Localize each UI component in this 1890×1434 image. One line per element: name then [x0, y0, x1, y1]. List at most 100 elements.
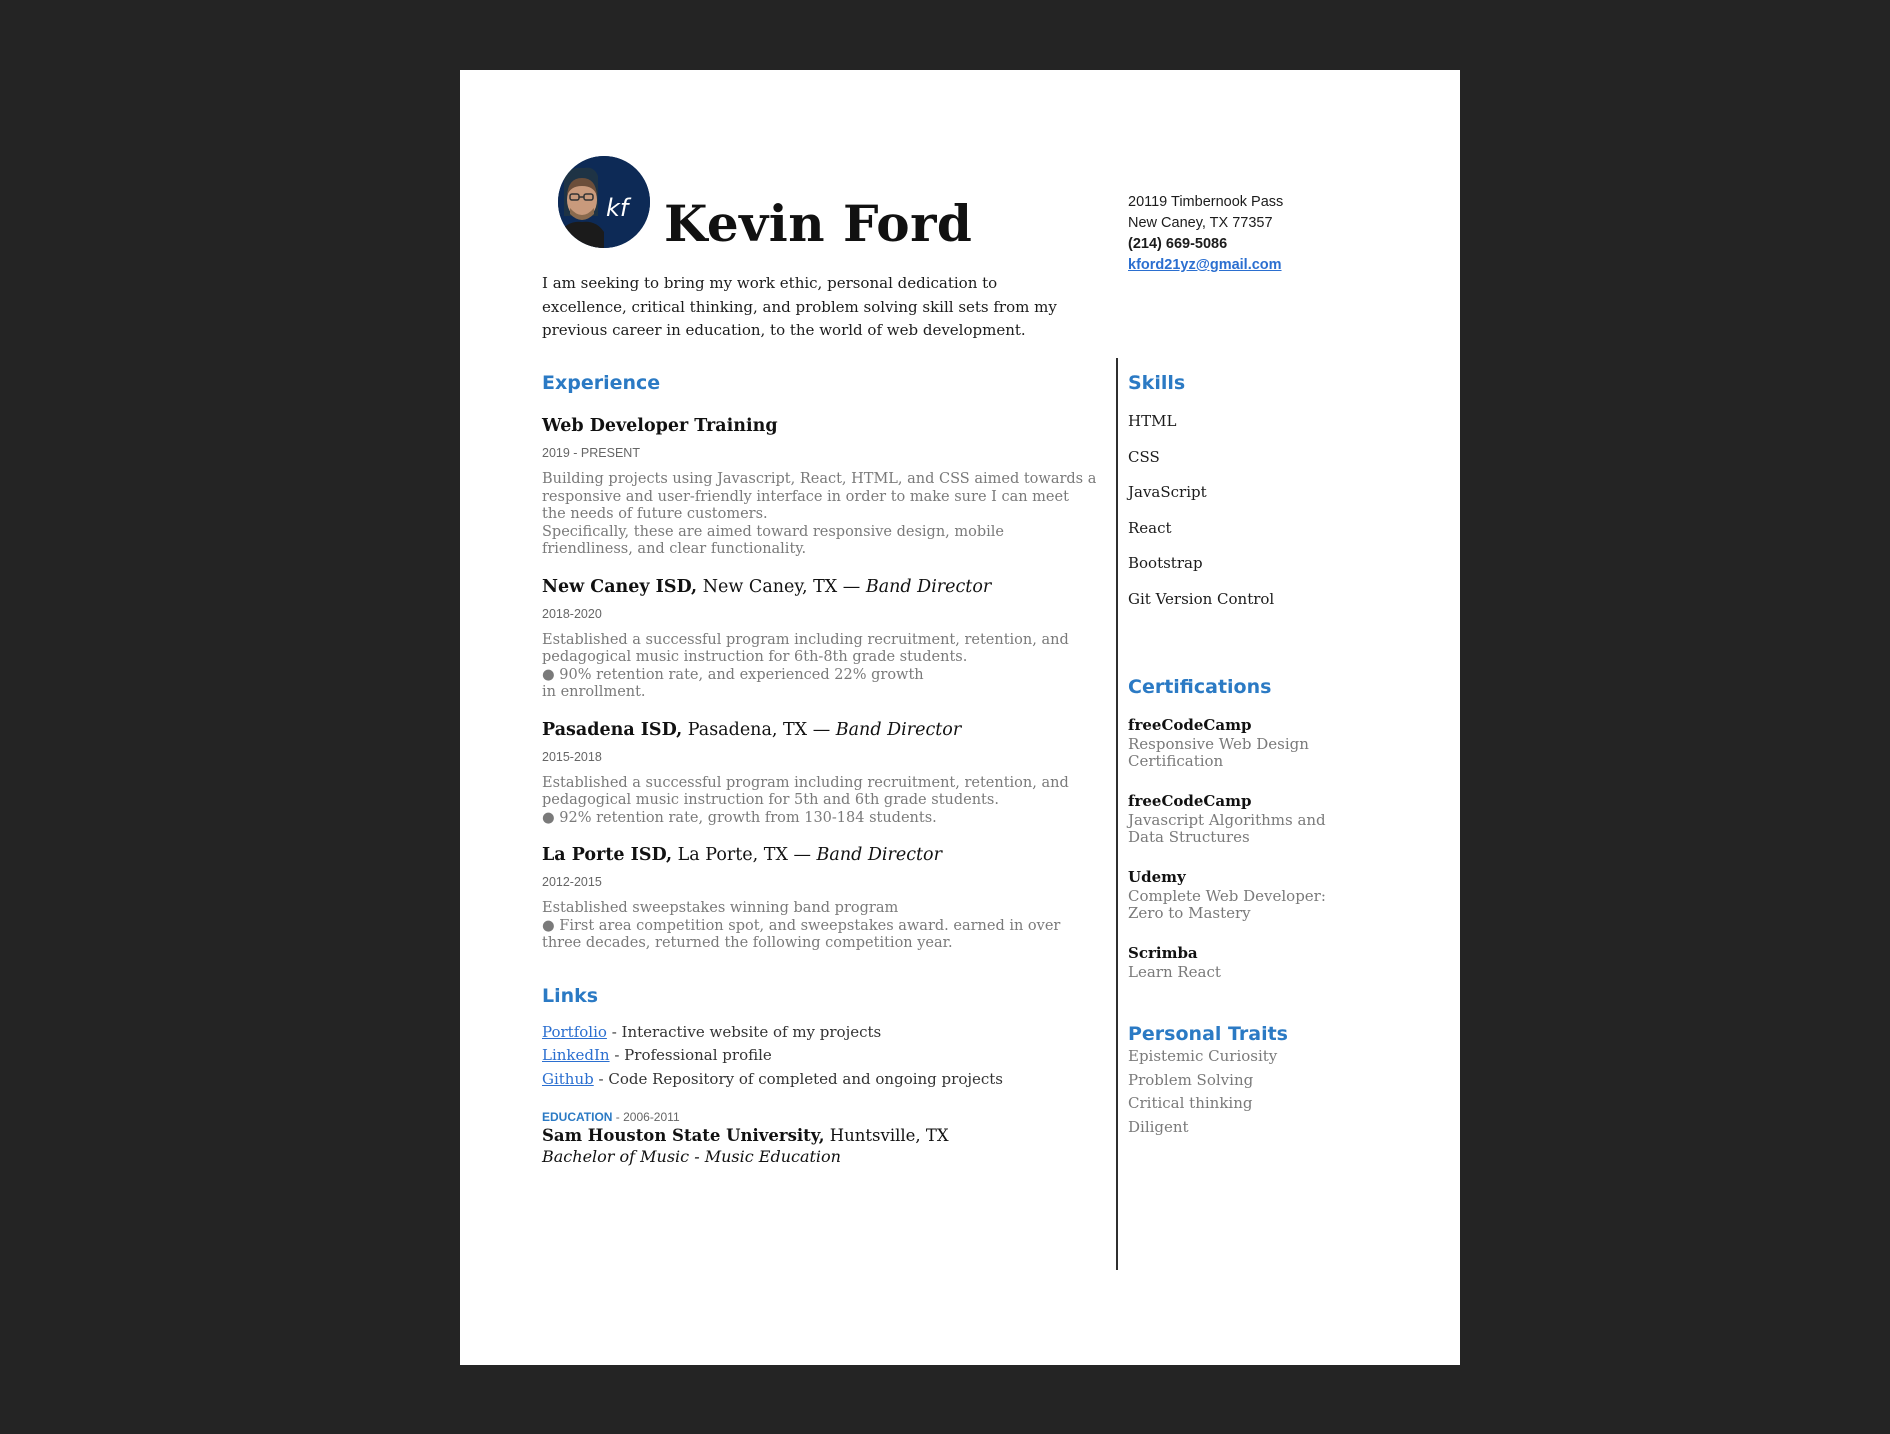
school-location: Huntsville, TX — [824, 1126, 949, 1145]
experience-description: Building projects using Javascript, Reac… — [542, 471, 1097, 559]
cert-name: Learn React — [1128, 962, 1428, 982]
experience-item: Pasadena ISD, Pasadena, TX — Band Direct… — [542, 716, 1097, 828]
cert-name-line: Javascript Algorithms and — [1128, 810, 1326, 829]
link-description: - Professional profile — [609, 1046, 772, 1064]
description-line: ● 92% retention rate, growth from 130-18… — [542, 809, 937, 826]
contact-block: 20119 Timbernook Pass New Caney, TX 7735… — [1128, 192, 1283, 276]
education-label: EDUCATION — [542, 1110, 613, 1124]
link-item: Portfolio - Interactive website of my pr… — [542, 1021, 1097, 1045]
skill-item: React — [1128, 518, 1172, 537]
certification-item: freeCodeCamp Javascript Algorithms and D… — [1128, 791, 1428, 847]
education-school: Sam Houston State University, Huntsville… — [542, 1125, 1097, 1146]
description-line: Established a successful program includi… — [542, 774, 1069, 791]
experience-date: 2012-2015 — [542, 875, 602, 889]
experience-heading: Web Developer Training — [542, 412, 1097, 440]
description-line: responsive and user-friendly interface i… — [542, 488, 1069, 505]
cert-name: Responsive Web Design Certification — [1128, 734, 1428, 771]
experience-heading: La Porte ISD, La Porte, TX — Band Direct… — [542, 841, 1097, 869]
description-line: Building projects using Javascript, Reac… — [542, 471, 1097, 487]
description-line: pedagogical music instruction for 5th an… — [542, 792, 999, 808]
certification-item: Udemy Complete Web Developer: Zero to Ma… — [1128, 867, 1428, 923]
links-title: Links — [542, 984, 599, 1007]
contact-city: New Caney, TX 77357 — [1128, 215, 1273, 231]
link-description: - Code Repository of completed and ongoi… — [593, 1069, 1004, 1088]
experience-location: Pasadena, TX — — [682, 719, 836, 740]
certification-item: Scrimba Learn React — [1128, 943, 1428, 982]
certifications-section: Certifications freeCodeCamp Responsive W… — [1128, 672, 1428, 982]
description-line: three decades, returned the following co… — [542, 935, 953, 951]
school-name: Sam Houston State University, — [542, 1126, 825, 1145]
experience-role: Band Director — [816, 845, 942, 865]
education-years: - 2006-2011 — [612, 1110, 680, 1124]
experience-title: Experience — [542, 372, 661, 394]
experience-description: Established a successful program includi… — [542, 632, 1097, 702]
skill-item: CSS — [1128, 447, 1160, 466]
cert-name-line: Learn React — [1128, 962, 1221, 981]
cert-name-line: Complete Web Developer: — [1128, 886, 1326, 905]
avatar-photo-icon — [558, 156, 650, 248]
trait-item: Problem Solving — [1128, 1070, 1254, 1089]
link-description: - Interactive website of my projects — [606, 1022, 882, 1041]
description-line: Specifically, these are aimed toward res… — [542, 523, 1004, 540]
linkedin-link[interactable]: LinkedIn — [542, 1046, 610, 1064]
experience-item: La Porte ISD, La Porte, TX — Band Direct… — [542, 841, 1097, 953]
trait-item: Epistemic Curiosity — [1128, 1047, 1278, 1066]
cert-issuer: Udemy — [1128, 867, 1186, 886]
cert-name: Complete Web Developer: Zero to Mastery — [1128, 886, 1428, 923]
column-divider — [1116, 358, 1118, 1270]
cert-name-line: Zero to Mastery — [1128, 904, 1251, 923]
education-degree: Bachelor of Music - Music Education — [542, 1147, 841, 1166]
experience-item: Web Developer Training 2019 - PRESENT Bu… — [542, 412, 1097, 559]
experience-org: La Porte ISD, — [542, 845, 673, 865]
contact-phone: (214) 669-5086 — [1128, 236, 1228, 252]
side-column: Skills HTML CSS JavaScript React Bootstr… — [1128, 368, 1428, 1139]
main-column: Experience Web Developer Training 2019 -… — [542, 368, 1097, 1167]
certifications-title: Certifications — [1128, 675, 1272, 698]
description-line: Established a successful program includi… — [542, 631, 1069, 648]
experience-role: Band Director — [835, 719, 962, 740]
portfolio-link[interactable]: Portfolio — [542, 1023, 607, 1041]
description-line: friendliness, and clear functionality. — [542, 541, 807, 557]
certification-item: freeCodeCamp Responsive Web Design Certi… — [1128, 715, 1428, 771]
experience-date: 2019 - PRESENT — [542, 446, 640, 460]
github-link[interactable]: Github — [542, 1070, 594, 1088]
cert-name-line: Certification — [1128, 752, 1224, 771]
description-line: ● First area competition spot, and sweep… — [542, 917, 1061, 934]
description-line: pedagogical music instruction for 6th-8t… — [542, 649, 968, 665]
skill-item: Bootstrap — [1128, 554, 1203, 573]
skill-item: Git Version Control — [1128, 589, 1275, 608]
summary-text: I am seeking to bring my work ethic, per… — [542, 274, 1057, 339]
cert-name-line: Data Structures — [1128, 828, 1250, 847]
name-heading: Kevin Ford — [664, 194, 973, 253]
skills-list: HTML CSS JavaScript React Bootstrap Git … — [1128, 404, 1428, 618]
experience-org: New Caney ISD, — [542, 576, 698, 597]
cert-name-line: Responsive Web Design — [1128, 734, 1309, 753]
experience-date: 2018-2020 — [542, 606, 602, 621]
cert-name: Javascript Algorithms and Data Structure… — [1128, 810, 1428, 847]
experience-description: Established sweepstakes winning band pro… — [542, 900, 1097, 953]
experience-org: Web Developer Training — [542, 416, 778, 436]
experience-description: Established a successful program includi… — [542, 775, 1097, 828]
experience-item: New Caney ISD, New Caney, TX — Band Dire… — [542, 573, 1097, 702]
education-block: EDUCATION - 2006-2011 Sam Houston State … — [542, 1109, 1097, 1167]
experience-location: La Porte, TX — — [672, 845, 817, 865]
experience-role: Band Director — [865, 576, 992, 597]
experience-heading: Pasadena ISD, Pasadena, TX — Band Direct… — [542, 716, 1097, 744]
cert-issuer: freeCodeCamp — [1128, 715, 1252, 734]
resume-page: kf Kevin Ford I am seeking to bring my w… — [460, 70, 1460, 1365]
skills-title: Skills — [1128, 372, 1186, 394]
contact-email-link[interactable]: kford21yz@gmail.com — [1128, 255, 1283, 276]
description-line: the needs of future customers. — [542, 506, 768, 522]
contact-street: 20119 Timbernook Pass — [1128, 194, 1284, 210]
education-heading: EDUCATION - 2006-2011 — [542, 1109, 1097, 1125]
traits-section: Personal Traits Epistemic Curiosity Prob… — [1128, 1023, 1428, 1139]
trait-item: Critical thinking — [1128, 1094, 1253, 1113]
description-line: Established sweepstakes winning band pro… — [542, 900, 899, 916]
experience-org: Pasadena ISD, — [542, 719, 683, 740]
avatar: kf — [558, 156, 650, 248]
experience-date: 2015-2018 — [542, 749, 602, 764]
cert-issuer: Scrimba — [1128, 943, 1198, 962]
description-line: ● 90% retention rate, and experienced 22… — [542, 666, 924, 683]
description-line: in enrollment. — [542, 684, 646, 700]
cert-issuer: freeCodeCamp — [1128, 791, 1252, 810]
